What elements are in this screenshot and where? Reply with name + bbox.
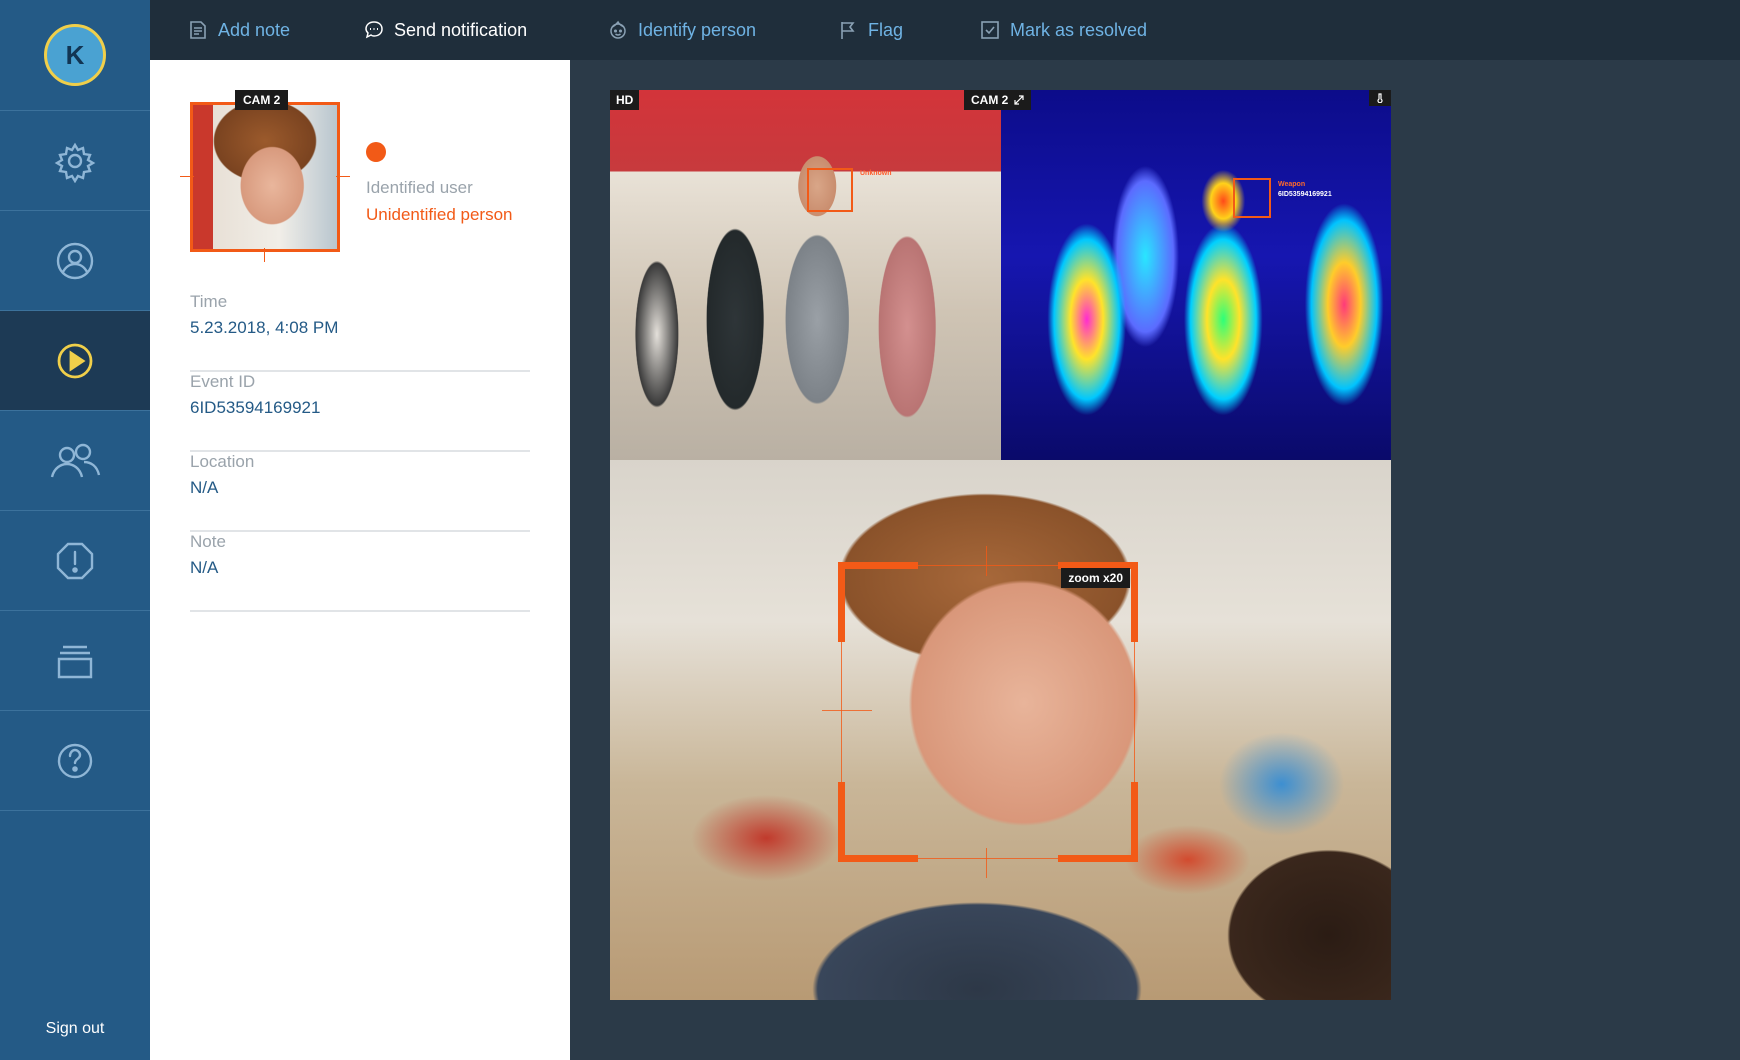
thermal-detection-label: Weapon [1278,181,1306,188]
zoom-box-edge [841,562,842,862]
location-field: Location N/A [190,452,530,532]
time-field: Time 5.23.2018, 4:08 PM [190,292,530,372]
zoom-box-edge [838,565,1138,566]
sidebar-item-alerts[interactable] [0,511,150,611]
play-icon [57,343,93,378]
zoom-crosshair [986,546,987,576]
mark-resolved-button[interactable]: Mark as resolved [980,0,1147,60]
identify-person-label: Identify person [638,19,757,40]
face-thumbnail-image [190,102,340,252]
face-thumbnail[interactable]: CAM 2 [180,90,350,262]
sidebar: K Sign out [0,0,150,1060]
send-notification-button[interactable]: Send notification [364,0,527,60]
thermal-detection-box[interactable] [1233,178,1271,218]
field-value: 5.23.2018, 4:08 PM [190,318,339,337]
zoom-crosshair [986,848,987,878]
thermometer-icon [1369,90,1391,106]
thermal-detection-id: 6ID53594169921 [1278,191,1332,198]
gear-icon [54,142,96,183]
thermal-camera-feed[interactable]: Weapon 6ID53594169921 [1001,90,1391,460]
sidebar-item-settings[interactable] [0,111,150,211]
toolbar: Add note Send notification Identify pers… [150,0,1740,60]
zoom-box-edge [838,858,1138,859]
flag-icon [841,22,855,39]
hd-camera-feed[interactable]: HD Unknown [610,90,1001,460]
event-details-panel: CAM 2 Identified user Unidentified perso… [150,60,570,1060]
hd-tag: HD [610,90,640,110]
identified-user-label: Identified user [366,178,473,197]
camera-tag: CAM 2 [235,90,289,110]
cam-tag-label: CAM 2 [971,93,1009,107]
zoom-face-box[interactable]: zoom x20 [822,546,1138,878]
zoom-level-tag: zoom x20 [1061,568,1130,588]
users-icon [50,443,101,477]
sms-icon [365,21,383,39]
note-icon [190,21,206,39]
field-value: N/A [190,558,219,577]
checkbox-icon [981,21,999,39]
mark-resolved-label: Mark as resolved [1010,19,1148,40]
zoom-box-edge [1134,562,1135,862]
sidebar-item-help[interactable] [0,711,150,811]
status-indicator [366,142,386,162]
zoom-box-corner [838,562,918,642]
zoom-box-corner [1058,782,1138,862]
face-detection-box[interactable] [807,168,853,212]
cam-tag: CAM 2 [964,90,1032,110]
zoom-camera-feed[interactable]: zoom x20 [610,460,1391,1000]
note-field: Note N/A [190,532,530,612]
help-icon [57,743,93,778]
flag-label: Flag [868,19,904,40]
thumbnail-crosshair [180,176,194,177]
sidebar-item-archive[interactable] [0,611,150,711]
user-icon [56,242,94,279]
add-note-button[interactable]: Add note [188,0,290,60]
identified-user-value: Unidentified person [366,205,513,224]
archive-icon [57,645,93,678]
field-label: Location [190,452,255,471]
avatar[interactable]: K [44,24,106,86]
field-value: N/A [190,478,219,497]
sidebar-avatar-section: K [0,0,150,111]
thumbnail-crosshair [264,248,265,262]
identify-person-button[interactable]: Identify person [608,0,756,60]
sidebar-item-profile[interactable] [0,211,150,311]
field-label: Event ID [190,372,256,391]
add-note-label: Add note [218,19,291,40]
sidebar-item-events[interactable] [0,311,150,411]
alert-icon [56,542,94,579]
expand-icon[interactable] [1014,95,1024,105]
flag-button[interactable]: Flag [838,0,903,60]
video-feeds: HD Unknown Weapon 6ID53594169921 CAM 2 z… [610,90,1391,1000]
face-detection-label: Unknown [860,170,892,177]
field-value: 6ID53594169921 [190,398,321,417]
thumbnail-crosshair [336,176,350,177]
event-id-field: Event ID 6ID53594169921 [190,372,530,452]
field-label: Time [190,292,228,311]
sidebar-item-people[interactable] [0,411,150,511]
field-label: Note [190,532,226,551]
face-scan-icon [610,20,626,39]
send-notification-label: Send notification [394,19,528,40]
zoom-crosshair [822,710,872,711]
zoom-box-corner [838,782,918,862]
sign-out-button[interactable]: Sign out [0,1020,150,1038]
